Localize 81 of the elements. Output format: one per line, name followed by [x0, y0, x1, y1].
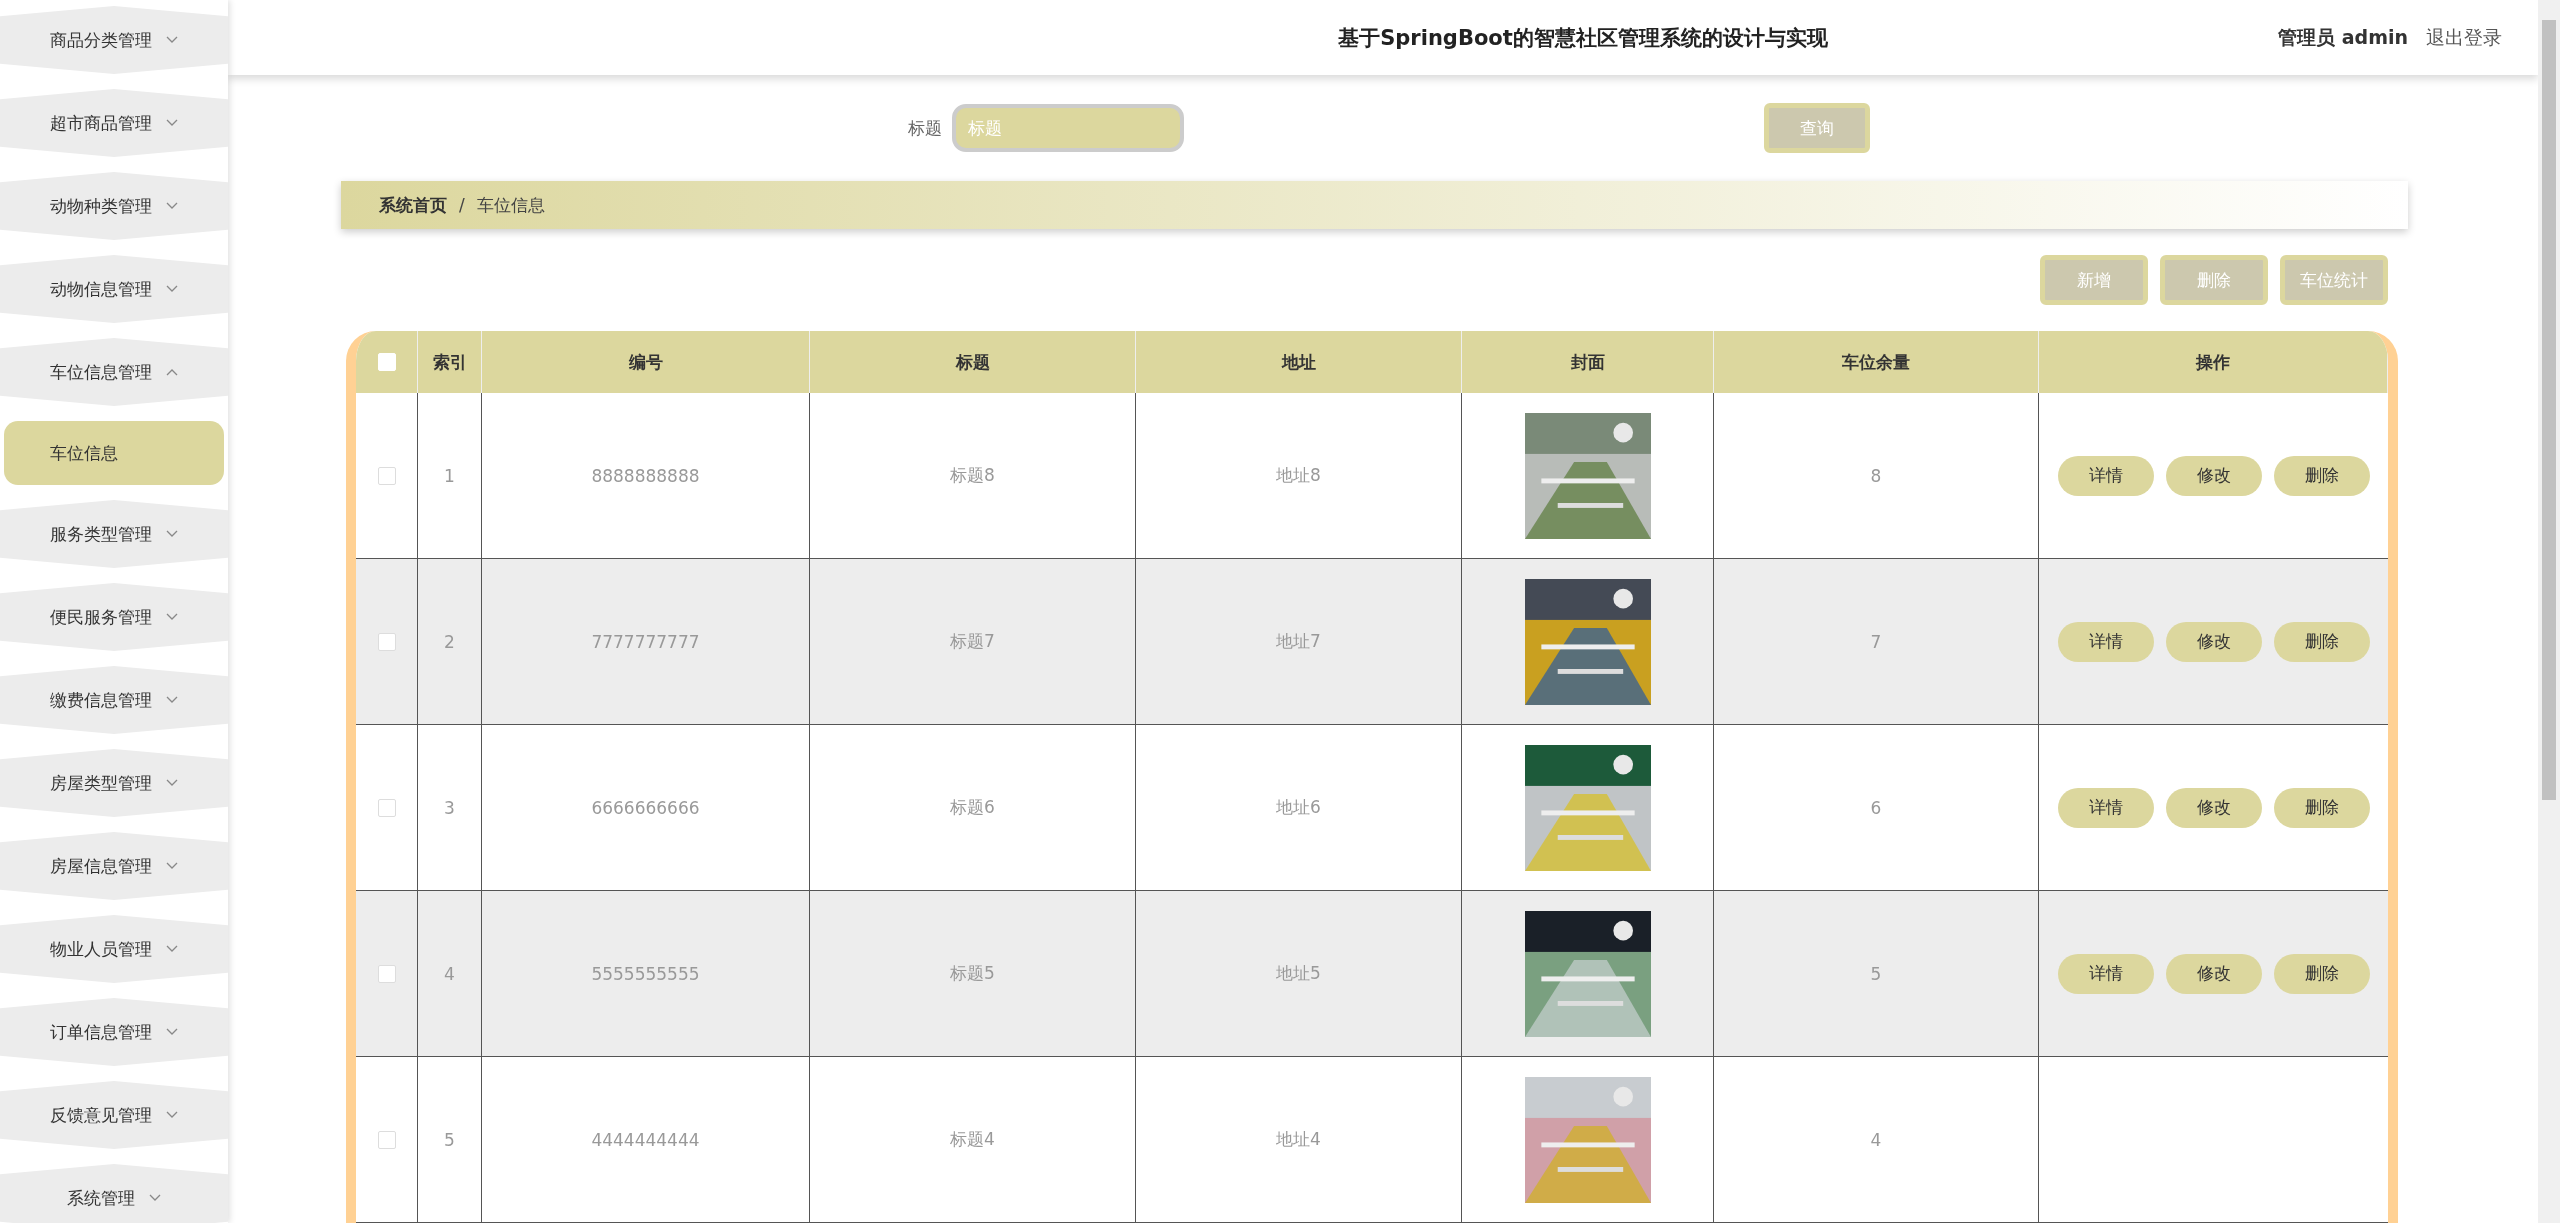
- row-action-button[interactable]: 修改: [2165, 787, 2262, 828]
- table-cell: 3: [418, 725, 482, 890]
- table-cell: 地址6: [1136, 725, 1462, 890]
- table-cell: 5: [1714, 891, 2039, 1056]
- row-checkbox[interactable]: [377, 964, 396, 983]
- breadcrumb-item: 车位信息: [476, 193, 545, 217]
- row-action-button[interactable]: 删除: [2273, 455, 2370, 496]
- row-action-button[interactable]: 删除: [2273, 787, 2370, 828]
- table-cell: 8: [1714, 393, 2039, 558]
- row-action-button[interactable]: 详情: [2057, 621, 2154, 662]
- table-cell: 地址4: [1136, 1057, 1462, 1222]
- select-all-checkbox[interactable]: [377, 353, 396, 371]
- table-cell: 4: [418, 891, 482, 1056]
- chevron-down-icon: [166, 202, 178, 210]
- chevron-down-icon: [166, 779, 178, 787]
- menu-item[interactable]: 房屋信息管理: [0, 832, 228, 900]
- chevron-down-icon: [166, 862, 178, 870]
- search-field[interactable]: 标题: [952, 104, 1184, 153]
- chevron-down-icon: [149, 1194, 161, 1202]
- table-cell: 标题4: [810, 1057, 1136, 1222]
- chevron-down-icon: [166, 1111, 178, 1119]
- menu-item[interactable]: 动物信息管理: [0, 255, 228, 323]
- menu-item[interactable]: 便民服务管理: [0, 583, 228, 651]
- table-cell: 地址5: [1136, 891, 1462, 1056]
- row-action-button[interactable]: 详情: [2057, 455, 2154, 496]
- table-cell: 地址7: [1136, 559, 1462, 724]
- menu-item[interactable]: 动物种类管理: [0, 172, 228, 240]
- table-cell: 1: [418, 393, 482, 558]
- row-action-button[interactable]: 删除: [2273, 953, 2370, 994]
- scrollbar[interactable]: [2538, 0, 2560, 1223]
- row-checkbox[interactable]: [377, 632, 396, 651]
- table-cell: 5: [418, 1057, 482, 1222]
- menu-item[interactable]: 反馈意见管理: [0, 1081, 228, 1149]
- search-label: 标题: [908, 116, 942, 140]
- row-action-button[interactable]: 修改: [2165, 621, 2262, 662]
- table-cell: 地址8: [1136, 393, 1462, 558]
- chevron-down-icon: [166, 945, 178, 953]
- table-cell: 5555555555: [482, 891, 810, 1056]
- chevron-down-icon: [166, 119, 178, 127]
- chevron-down-icon: [166, 1028, 178, 1036]
- table-cell: 7: [1714, 559, 2039, 724]
- menu-item[interactable]: 物业人员管理: [0, 915, 228, 983]
- submenu-item[interactable]: 车位信息: [4, 421, 224, 485]
- row-checkbox[interactable]: [377, 1130, 396, 1149]
- user-name: 管理员 admin: [2278, 24, 2408, 50]
- row-action-button[interactable]: 详情: [2057, 953, 2154, 994]
- menu-item[interactable]: 商品分类管理: [0, 6, 228, 74]
- row-action-button[interactable]: 详情: [2057, 787, 2154, 828]
- table-cell: 6666666666: [482, 725, 810, 890]
- chevron-up-icon: [166, 368, 178, 376]
- table-cell: 标题7: [810, 559, 1136, 724]
- row-checkbox[interactable]: [377, 798, 396, 817]
- table-cell: 标题5: [810, 891, 1136, 1056]
- logout-link[interactable]: 退出登录: [2426, 24, 2502, 51]
- table-cell: 7777777777: [482, 559, 810, 724]
- table-cell: 标题6: [810, 725, 1136, 890]
- menu-item[interactable]: 超市商品管理: [0, 89, 228, 157]
- table-cell: 标题8: [810, 393, 1136, 558]
- table-cell: 2: [418, 559, 482, 724]
- breadcrumb-separator: /: [459, 195, 465, 216]
- row-action-button[interactable]: 删除: [2273, 621, 2370, 662]
- row-action-button[interactable]: 修改: [2165, 953, 2262, 994]
- table-cell: 4: [1714, 1057, 2039, 1222]
- menu-item[interactable]: 车位信息管理: [0, 338, 228, 406]
- app-title: 基于SpringBoot的智慧社区管理系统的设计与实现: [1338, 24, 1828, 52]
- chevron-down-icon: [166, 285, 178, 293]
- breadcrumb-item[interactable]: 系统首页: [379, 193, 447, 217]
- menu-item[interactable]: 订单信息管理: [0, 998, 228, 1066]
- menu-item[interactable]: 房屋类型管理: [0, 749, 228, 817]
- chevron-down-icon: [166, 530, 178, 538]
- chevron-down-icon: [166, 36, 178, 44]
- table-cell: 8888888888: [482, 393, 810, 558]
- chevron-down-icon: [166, 613, 178, 621]
- table-cell: 6: [1714, 725, 2039, 890]
- table-cell: 4444444444: [482, 1057, 810, 1222]
- menu-item[interactable]: 服务类型管理: [0, 500, 228, 568]
- chevron-down-icon: [166, 696, 178, 704]
- menu-item[interactable]: 系统管理: [0, 1164, 228, 1223]
- row-checkbox[interactable]: [377, 466, 396, 485]
- menu-item[interactable]: 缴费信息管理: [0, 666, 228, 734]
- row-action-button[interactable]: 修改: [2165, 455, 2262, 496]
